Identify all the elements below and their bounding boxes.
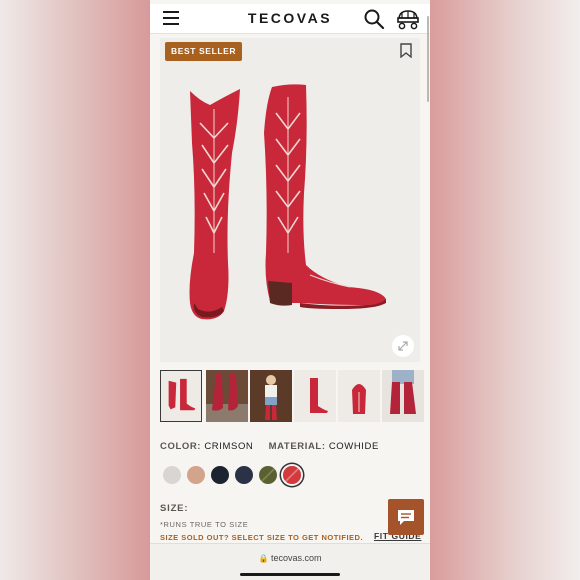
url-text: 🔒 tecovas.com: [150, 553, 430, 563]
search-icon[interactable]: [363, 8, 385, 30]
thumbnail-boot-toe-detail[interactable]: [338, 370, 380, 422]
right-boot: [264, 84, 386, 309]
swatch-tan[interactable]: [187, 466, 205, 484]
thumbnail-single-boot-side[interactable]: [294, 370, 336, 422]
thumbnail-boots-worn-with-jeans[interactable]: [382, 370, 424, 422]
swatch-crimson[interactable]: [283, 466, 301, 484]
brand-logo[interactable]: TECOVAS: [150, 10, 430, 26]
swatch-olive[interactable]: [259, 466, 277, 484]
backdrop-right: [430, 0, 580, 580]
thumbnail-model-in-store[interactable]: [250, 370, 292, 422]
material-value: COWHIDE: [328, 441, 379, 452]
chat-button[interactable]: [388, 499, 424, 535]
color-value: CRIMSON: [204, 441, 254, 452]
swatch-navy[interactable]: [235, 466, 253, 484]
size-label: SIZE:: [160, 503, 189, 514]
best-seller-badge: BEST SELLER: [165, 42, 243, 61]
scrollbar[interactable]: [427, 16, 429, 102]
swatch-bone[interactable]: [163, 466, 181, 484]
size-note: *RUNS TRUE TO SIZE: [160, 520, 249, 529]
thumbnail-strip: [160, 370, 424, 424]
bookmark-icon[interactable]: [400, 43, 412, 58]
url-value: tecovas.com: [270, 553, 322, 563]
boots-illustration: [189, 84, 386, 320]
chat-icon: [398, 510, 414, 525]
swatch-black[interactable]: [211, 466, 229, 484]
home-indicator[interactable]: [240, 573, 340, 576]
wagon-cart-icon[interactable]: [396, 8, 420, 30]
site-header: TECOVAS: [150, 4, 430, 34]
lock-icon: 🔒: [258, 554, 269, 563]
product-attributes: COLOR: CRIMSON MATERIAL: COWHIDE: [160, 441, 391, 452]
backdrop-left: [0, 0, 150, 580]
product-image[interactable]: BEST SELLER: [160, 38, 420, 362]
expand-icon: [398, 341, 408, 351]
color-label: COLOR:: [160, 441, 202, 452]
thumbnail-boots-on-street[interactable]: [206, 370, 248, 422]
material-label: MATERIAL:: [268, 441, 326, 452]
left-boot: [189, 89, 240, 320]
sold-out-notice[interactable]: SIZE SOLD OUT? SELECT SIZE TO GET NOTIFI…: [160, 533, 363, 542]
thumbnail-boots-pair[interactable]: [160, 370, 202, 422]
phone-screen: TECOVAS BEST SELLER COLOR: CRIMSON MATER…: [150, 0, 430, 580]
expand-image-button[interactable]: [392, 335, 414, 357]
browser-url-bar[interactable]: 🔒 tecovas.com: [150, 543, 430, 580]
